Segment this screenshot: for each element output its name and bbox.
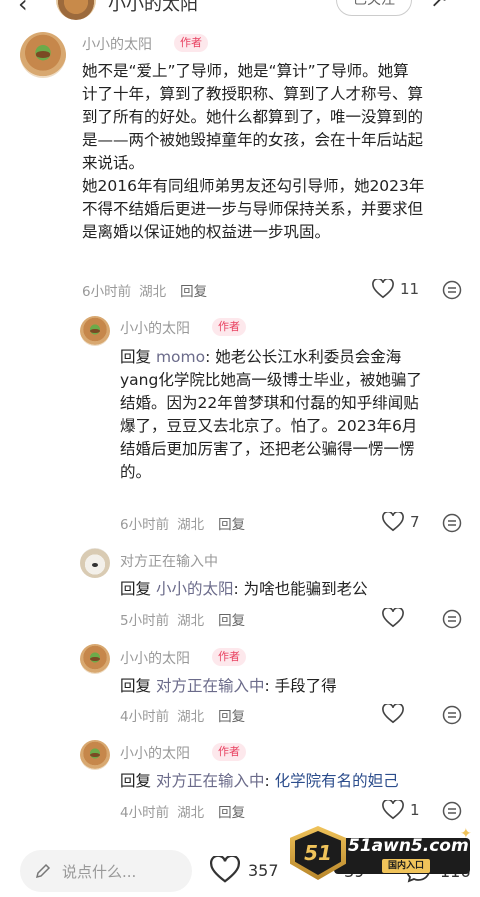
reply-line: : 手段了得 — [264, 677, 337, 695]
reply-to-user[interactable]: momo — [156, 348, 205, 366]
avatar[interactable] — [80, 740, 110, 770]
reply-line: 的。 — [120, 463, 152, 481]
reply-location: 湖北 — [177, 805, 205, 821]
reply-location: 湖北 — [177, 613, 205, 629]
like-count: 7 — [410, 513, 420, 531]
reply-prefix: 回复 — [120, 772, 152, 790]
share-icon[interactable]: ↗ — [430, 0, 448, 13]
reply-line: : 她老公长江水利委员会金海 — [205, 348, 402, 366]
reply-time: 4小时前 — [120, 805, 170, 821]
post-like-count: 357 — [248, 860, 279, 880]
reply-meta: 4小时前 湖北 回复 — [120, 801, 245, 821]
reply-button[interactable]: 回复 — [218, 613, 245, 629]
heart-icon — [372, 279, 394, 299]
author-avatar[interactable] — [56, 0, 96, 20]
reply-prefix: 回复 — [120, 348, 152, 366]
reply-button[interactable]: 回复 — [218, 517, 245, 533]
reply-line: 爆了，豆豆又去北京了。怕了。2023年6月 — [120, 417, 418, 435]
chevron-left-icon[interactable]: ‹ — [18, 0, 28, 18]
reply-meta: 6小时前 湖北 回复 — [120, 513, 245, 533]
reply-location: 湖北 — [177, 709, 205, 725]
like-button[interactable] — [382, 608, 404, 628]
reply-line: : 为啥也能骗到老公 — [233, 580, 368, 598]
sparkle-icon: ✦ — [460, 826, 472, 842]
reply-author[interactable]: 对方正在输入中 — [120, 551, 218, 571]
comment-line: 来说话。 — [82, 154, 145, 172]
heart-icon — [382, 608, 404, 628]
like-button[interactable]: 7 — [382, 512, 420, 532]
reply-time: 5小时前 — [120, 613, 170, 629]
reply-time: 4小时前 — [120, 709, 170, 725]
post-like-button[interactable]: 357 — [210, 856, 279, 884]
comment-line: 不得不结婚后更进一步与导师保持关系，并要求但 — [82, 200, 424, 218]
comment-input-placeholder: 说点什么... — [62, 862, 137, 881]
reply-meta: 4小时前 湖北 回复 — [120, 705, 245, 725]
comment-line: 计了十年，算到了教授职称、算到了人才称号、算 — [82, 85, 424, 103]
comment-line: 她不是“爱上”了导师，她是“算计”了导师。她算 — [82, 62, 409, 80]
like-count: 11 — [400, 280, 420, 298]
reply-text: 回复 对方正在输入中: 手段了得 — [120, 675, 337, 698]
top-bar: ‹ 小小的太阳 已关注 ↗ — [0, 0, 480, 22]
reply-to-user[interactable]: 对方正在输入中 — [156, 772, 265, 790]
reply-author[interactable]: 小小的太阳 — [120, 743, 190, 763]
like-count: 1 — [410, 801, 420, 819]
more-icon[interactable] — [442, 280, 462, 300]
watermark-subtitle: 国内入口 — [382, 859, 431, 873]
avatar[interactable] — [80, 644, 110, 674]
author-badge: 作者 — [212, 743, 246, 761]
reply-prefix: 回复 — [120, 677, 152, 695]
comment-meta: 6小时前 湖北 回复 — [82, 280, 207, 300]
like-button[interactable] — [382, 704, 404, 724]
reply-line: 结婚。因为22年曾梦琪和付磊的知乎绯闻贴 — [120, 394, 419, 412]
more-icon[interactable] — [442, 513, 462, 533]
reply-prefix: 回复 — [120, 580, 152, 598]
heart-icon — [382, 512, 404, 532]
reply-line: yang化学院比她高一级博士毕业，被她骗了 — [120, 371, 422, 389]
author-badge: 作者 — [212, 648, 246, 666]
comment-text: 她不是“爱上”了导师，她是“算计”了导师。她算 计了十年，算到了教授职称、算到了… — [82, 60, 424, 244]
heart-icon — [382, 704, 404, 724]
heart-icon — [382, 800, 404, 820]
watermark-logo: 51 51awn5.com 国内入口 ✦ — [290, 826, 476, 880]
pencil-icon — [35, 863, 51, 879]
reply-button[interactable]: 回复 — [218, 805, 245, 821]
like-button[interactable]: 1 — [382, 800, 420, 820]
reply-colon: : — [264, 772, 275, 790]
comment-location: 湖北 — [139, 284, 167, 300]
follow-button[interactable]: 已关注 — [336, 0, 412, 16]
reply-text: 回复 对方正在输入中: 化学院有名的妲己 — [120, 770, 399, 793]
header-title: 小小的太阳 — [108, 0, 198, 15]
reply-to-user[interactable]: 对方正在输入中 — [156, 677, 265, 695]
reply-button[interactable]: 回复 — [218, 709, 245, 725]
comment-line: 是离婚以保证她的权益进一步巩固。 — [82, 223, 331, 241]
reply-text: 回复 小小的太阳: 为啥也能骗到老公 — [120, 578, 368, 601]
reply-button[interactable]: 回复 — [180, 284, 207, 300]
more-icon[interactable] — [442, 609, 462, 629]
watermark-url: 51awn5.com — [348, 836, 469, 856]
comment-line: 到了所有的好处。她什么都算到了，唯一没算到的 — [82, 108, 424, 126]
more-icon[interactable] — [442, 801, 462, 821]
reply-location: 湖北 — [177, 517, 205, 533]
author-badge: 作者 — [174, 34, 208, 52]
author-badge: 作者 — [212, 318, 246, 336]
reply-link-text[interactable]: 化学院有名的妲己 — [275, 772, 399, 790]
avatar[interactable] — [80, 316, 110, 346]
reply-text: 回复 momo: 她老公长江水利委员会金海 yang化学院比她高一级博士毕业，被… — [120, 346, 422, 484]
heart-icon — [210, 856, 240, 883]
comment-author[interactable]: 小小的太阳 — [82, 34, 152, 54]
comment-line: 是——两个被她毁掉童年的女孩，会在十年后站起 — [82, 131, 424, 149]
avatar[interactable] — [20, 32, 66, 78]
comment-input[interactable]: 说点什么... — [20, 850, 192, 892]
avatar[interactable] — [80, 548, 110, 578]
reply-meta: 5小时前 湖北 回复 — [120, 609, 245, 629]
comment-time: 6小时前 — [82, 284, 132, 300]
comment-line: 她2016年有同组师弟男友还勾引导师，她2023年 — [82, 177, 425, 195]
more-icon[interactable] — [442, 705, 462, 725]
reply-time: 6小时前 — [120, 517, 170, 533]
like-button[interactable]: 11 — [372, 279, 419, 299]
reply-to-user[interactable]: 小小的太阳 — [156, 580, 234, 598]
reply-author[interactable]: 小小的太阳 — [120, 648, 190, 668]
reply-line: 结婚后更加厉害了，还把老公骗得一愣一愣 — [120, 440, 415, 458]
reply-author[interactable]: 小小的太阳 — [120, 318, 190, 338]
